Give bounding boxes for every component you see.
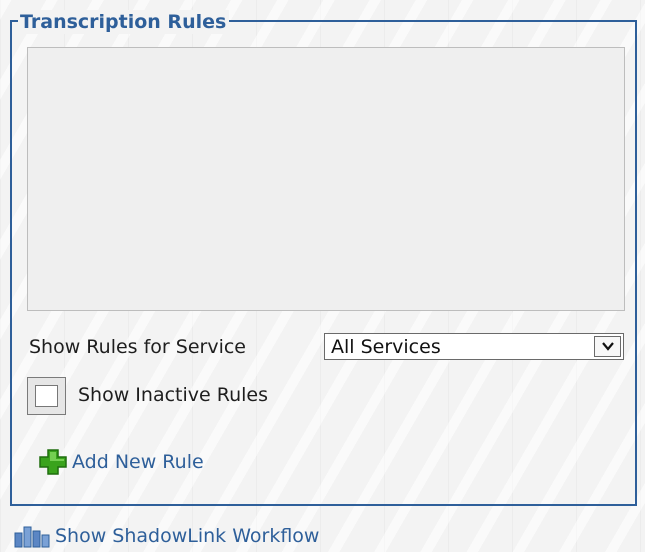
workflow-bars-icon (14, 526, 50, 548)
chevron-down-icon[interactable] (594, 336, 621, 357)
service-select-value: All Services (331, 336, 441, 358)
show-inactive-label[interactable]: Show Inactive Rules (78, 383, 268, 407)
add-new-rule-link[interactable]: Add New Rule (36, 447, 204, 477)
show-shadowlink-workflow-link[interactable]: Show ShadowLink Workflow (13, 523, 319, 549)
add-new-rule-label: Add New Rule (72, 451, 204, 473)
show-shadowlink-workflow-label: Show ShadowLink Workflow (55, 525, 320, 547)
service-select[interactable]: All Services (324, 333, 624, 360)
rules-list[interactable] (27, 47, 625, 311)
checkbox-box (35, 385, 58, 407)
plus-icon (39, 449, 67, 475)
service-filter-label: Show Rules for Service (29, 336, 246, 358)
panel-title: Transcription Rules (18, 10, 230, 34)
show-inactive-checkbox[interactable] (27, 377, 66, 415)
